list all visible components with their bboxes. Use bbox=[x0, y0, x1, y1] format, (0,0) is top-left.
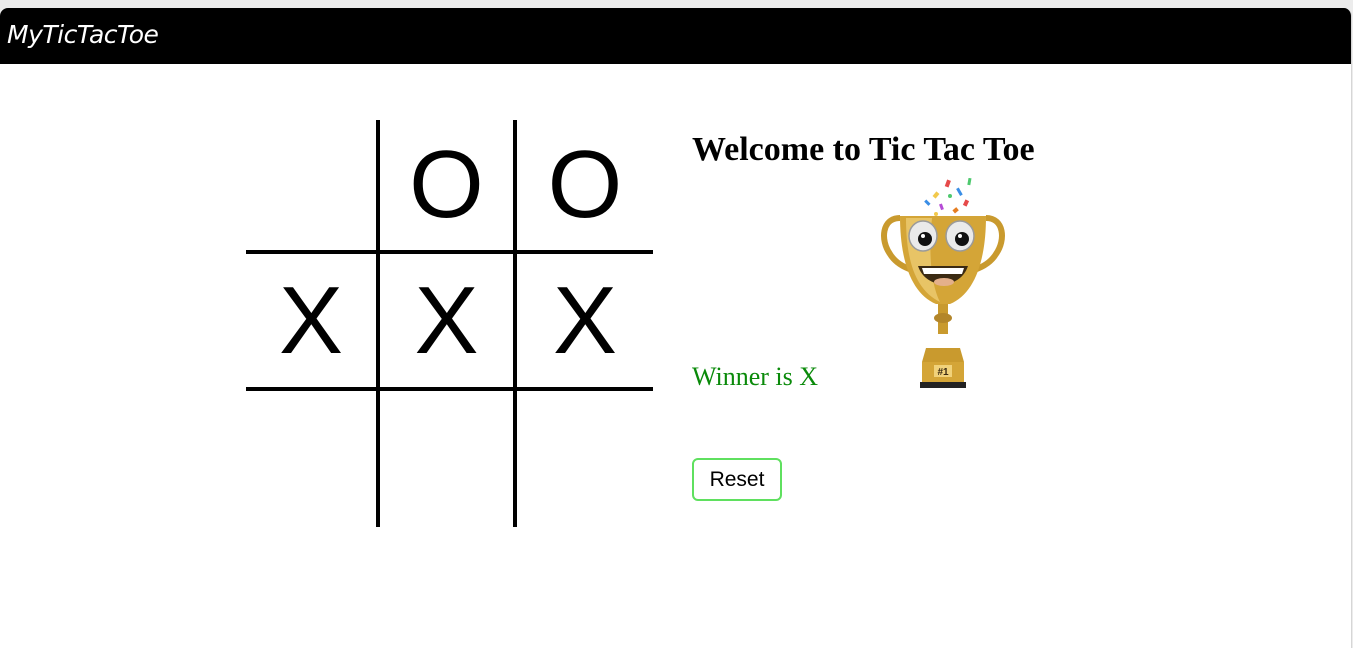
trophy-plaque-label: #1 bbox=[937, 367, 949, 378]
board-cell-5[interactable]: X bbox=[380, 254, 517, 391]
navbar: MyTicTacToe bbox=[0, 8, 1351, 64]
board-cell-2[interactable]: O bbox=[380, 120, 517, 254]
app-window: MyTicTacToe O O X X X Welcome to Tic Tac… bbox=[0, 8, 1352, 648]
board-cell-6[interactable]: X bbox=[517, 254, 653, 391]
page-title: Welcome to Tic Tac Toe bbox=[692, 131, 1035, 168]
game-board: O O X X X bbox=[246, 120, 653, 527]
board-cell-3[interactable]: O bbox=[517, 120, 653, 254]
confetti bbox=[924, 178, 972, 220]
board-cell-7[interactable] bbox=[246, 391, 380, 527]
reset-button[interactable]: Reset bbox=[692, 458, 782, 501]
board-cell-9[interactable] bbox=[517, 391, 653, 527]
trophy-icon: #1 bbox=[881, 178, 1005, 388]
winner-message: Winner is X bbox=[692, 362, 819, 391]
board-cell-1[interactable] bbox=[246, 120, 380, 254]
board-cell-4[interactable]: X bbox=[246, 254, 380, 391]
board-cell-8[interactable] bbox=[380, 391, 517, 527]
navbar-brand[interactable]: MyTicTacToe bbox=[7, 20, 159, 50]
